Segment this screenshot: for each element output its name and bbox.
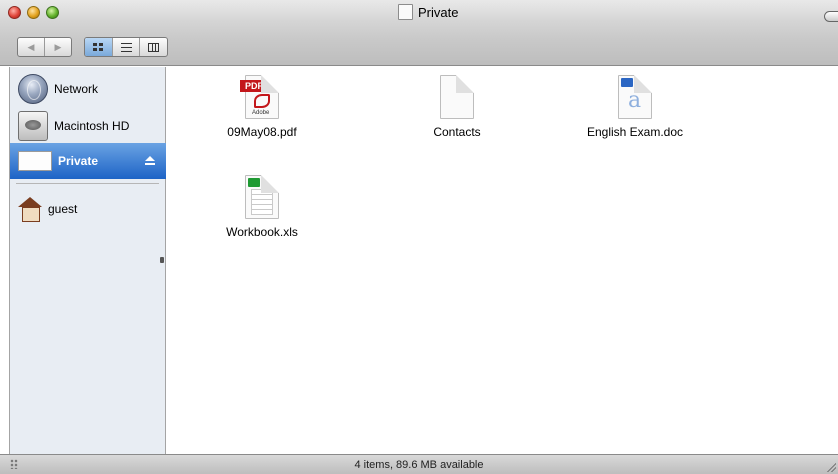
file-item-pdf[interactable]: PDF Adobe 09May08.pdf [197, 75, 327, 139]
close-window-button[interactable] [8, 6, 21, 19]
columns-icon [148, 42, 160, 52]
sidebar-item-label: Macintosh HD [54, 119, 130, 133]
back-arrow-icon: ◀ [27, 41, 35, 52]
eject-icon[interactable] [145, 156, 155, 165]
forward-button[interactable]: ▶ [44, 38, 71, 56]
acrobat-swirl [254, 94, 270, 108]
file-name: 09May08.pdf [227, 125, 297, 139]
view-mode-control [84, 37, 168, 57]
window-resize-grip[interactable] [826, 462, 836, 472]
drive-icon [398, 4, 413, 20]
home-icon [18, 197, 42, 222]
hard-drive-icon [18, 111, 48, 141]
file-item-contacts[interactable]: Contacts [392, 75, 522, 139]
spreadsheet-grid [251, 189, 273, 215]
generic-document-icon [440, 75, 474, 119]
list-icon [120, 42, 132, 52]
sidebar: Network Macintosh HD Private guest [9, 67, 166, 454]
list-view-button[interactable] [111, 38, 140, 56]
grid-icon [93, 43, 104, 51]
excel-badge [248, 178, 260, 187]
minimize-window-button[interactable] [27, 6, 40, 19]
sidebar-resize-handle[interactable] [160, 257, 164, 263]
back-forward-control: ◀ ▶ [17, 37, 72, 57]
file-name: English Exam.doc [586, 125, 684, 139]
toolbar-toggle-button[interactable] [824, 11, 838, 22]
sidebar-item-label: Private [58, 154, 99, 168]
sidebar-item-guest[interactable]: guest [10, 191, 166, 227]
file-icon-view: PDF Adobe 09May08.pdf Contacts a English… [167, 67, 838, 454]
pdf-badge: PDF [240, 80, 268, 92]
finder-window: Private ◀ ▶ Network Macintosh HD Private… [0, 0, 838, 474]
sidebar-grip-icon[interactable] [10, 459, 18, 469]
window-title-text: Private [418, 4, 459, 20]
sidebar-item-macintosh-hd[interactable]: Macintosh HD [10, 108, 166, 144]
sidebar-item-network[interactable]: Network [10, 71, 166, 107]
file-name: Contacts [433, 125, 481, 139]
status-text: 4 items, 89.6 MB available [354, 458, 484, 471]
forward-arrow-icon: ▶ [54, 41, 62, 52]
pdf-icon: PDF Adobe [240, 75, 279, 119]
status-bar: 4 items, 89.6 MB available [0, 454, 838, 474]
file-name: Workbook.xls [226, 225, 298, 239]
word-badge [621, 78, 633, 87]
icon-view-button[interactable] [85, 38, 112, 56]
disk-image-icon [18, 151, 52, 171]
word-letter-glyph: a [628, 88, 642, 113]
column-view-button[interactable] [139, 38, 167, 56]
file-item-xls[interactable]: Workbook.xls [197, 175, 327, 239]
sidebar-item-label: Network [54, 82, 99, 96]
title-toolbar: Private ◀ ▶ [0, 0, 838, 66]
excel-spreadsheet-icon [245, 175, 279, 219]
sidebar-item-label: guest [48, 202, 78, 216]
adobe-label: Adobe [252, 110, 270, 116]
back-button[interactable]: ◀ [18, 38, 44, 56]
window-title: Private [398, 3, 458, 21]
sidebar-item-private[interactable]: Private [10, 143, 166, 179]
word-document-icon: a [618, 75, 652, 119]
network-globe-icon [18, 74, 48, 104]
file-item-doc[interactable]: a English Exam.doc [570, 75, 700, 139]
zoom-window-button[interactable] [46, 6, 59, 19]
sidebar-divider [16, 183, 159, 184]
